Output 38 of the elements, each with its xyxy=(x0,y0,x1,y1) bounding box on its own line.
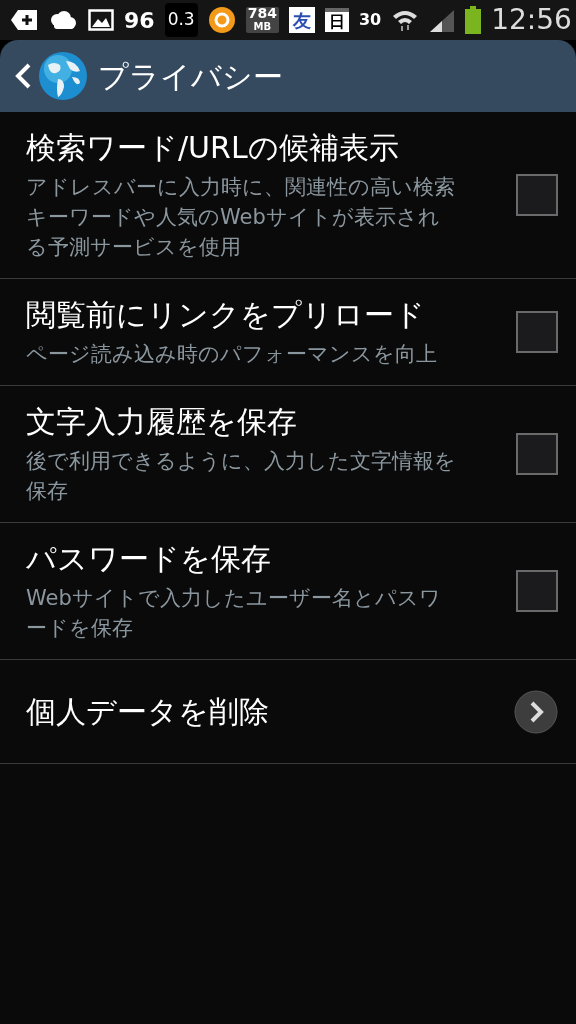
status-badge: 0.3 xyxy=(164,3,198,37)
clock: 12:56 xyxy=(491,2,572,38)
checkbox[interactable] xyxy=(516,174,558,216)
checkbox[interactable] xyxy=(516,570,558,612)
settings-row[interactable]: 個人データを削除 xyxy=(0,660,576,764)
setting-title: パスワードを保存 xyxy=(26,540,272,578)
memory-unit: MB xyxy=(253,20,272,33)
setting-summary: アドレスバーに入力時に、関連性の高い検索キーワードや人気のWebサイトが表示される予測サービスを使用 xyxy=(26,174,456,261)
wifi-icon xyxy=(391,8,420,32)
setting-summary: ページ読み込み時のパフォーマンスを向上 xyxy=(26,341,438,368)
chevron-button-icon[interactable] xyxy=(514,689,558,734)
cloud-icon xyxy=(48,10,78,30)
setting-title: 検索ワード/URLの候補表示 xyxy=(26,129,400,167)
globe-icon xyxy=(38,51,88,101)
setting-summary: Webサイトで入力したユーザー名とパスワードを保存 xyxy=(26,585,442,642)
add-tag-icon xyxy=(10,9,38,31)
settings-row[interactable]: 閲覧前にリンクをプリロード ページ読み込み時のパフォーマンスを向上 xyxy=(0,279,576,386)
ring-icon xyxy=(207,6,236,34)
checkbox[interactable] xyxy=(516,311,558,353)
status-number: 96 xyxy=(124,6,155,35)
settings-row[interactable]: 検索ワード/URLの候補表示 アドレスバーに入力時に、関連性の高い検索キーワードや人気のWebサイトが表示される予測サービスを使用 xyxy=(0,112,576,279)
setting-summary: 後で利用できるように、入力した文字情報を保存 xyxy=(26,448,457,505)
memory-value: 784 xyxy=(247,7,277,20)
setting-title: 文字入力履歴を保存 xyxy=(26,403,298,441)
setting-title: 閲覧前にリンクをプリロード xyxy=(26,296,426,334)
status-number: 30 xyxy=(358,9,382,31)
calendar-icon: 日 xyxy=(324,8,349,32)
checkbox[interactable] xyxy=(516,433,558,475)
back-button[interactable] xyxy=(14,51,88,101)
signal-icon xyxy=(429,8,456,32)
settings-row[interactable]: パスワードを保存 Webサイトで入力したユーザー名とパスワードを保存 xyxy=(0,523,576,660)
battery-icon xyxy=(465,6,482,34)
status-tile: 友 xyxy=(288,7,315,33)
back-icon xyxy=(14,62,32,90)
image-icon xyxy=(88,9,114,31)
settings-row[interactable]: 文字入力履歴を保存 後で利用できるように、入力した文字情報を保存 xyxy=(0,386,576,523)
setting-title: 個人データを削除 xyxy=(26,692,270,731)
screen-title: プライバシー xyxy=(98,57,283,96)
